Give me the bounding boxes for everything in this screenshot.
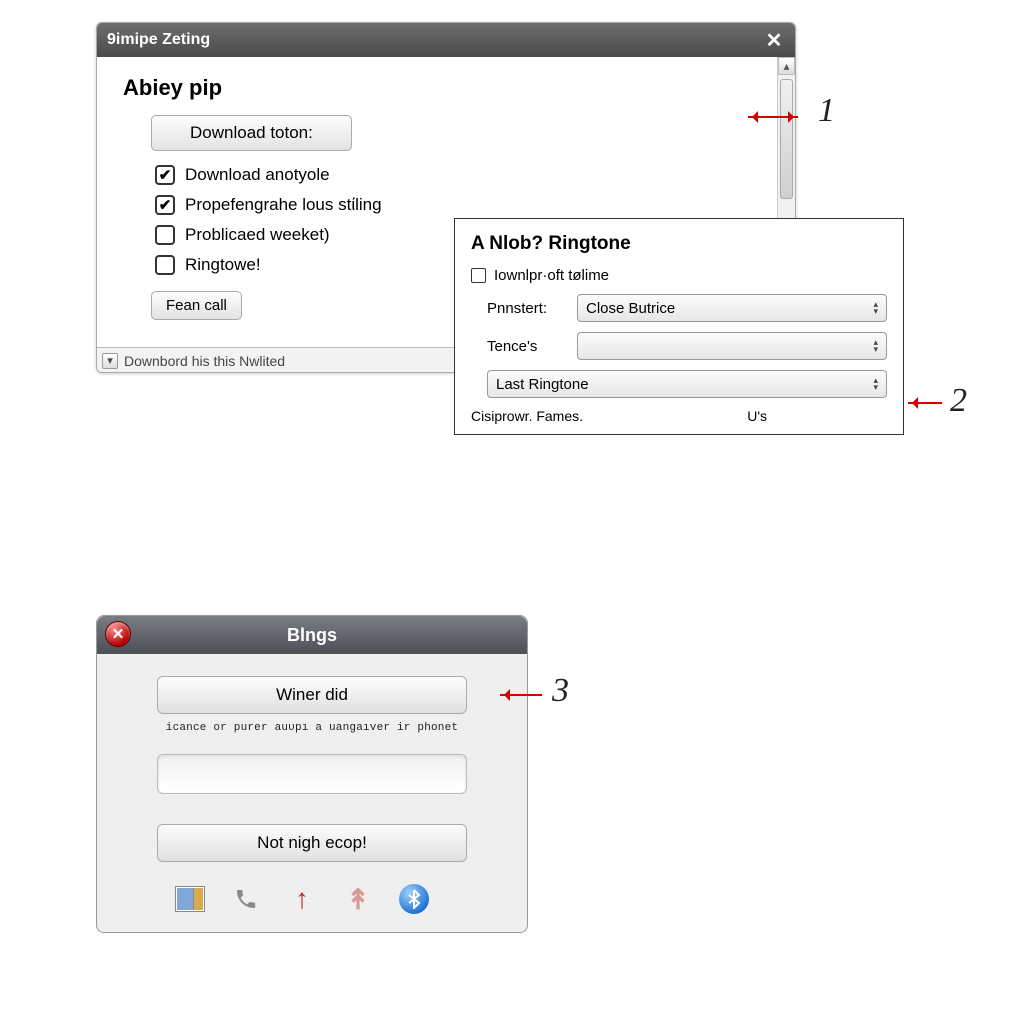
combo-label: Tence's [487, 338, 569, 355]
scroll-thumb[interactable] [780, 79, 793, 199]
text-input[interactable] [157, 754, 467, 794]
footer-left-text: Cisiprowr. Fames. [471, 408, 583, 424]
secondary-button[interactable]: Not nigh ecop! [157, 824, 467, 862]
ringtone-footer: Cisiprowr. Fames. U's [471, 408, 887, 424]
ringtone-checkbox-row: Iownlpr·oft tølime [471, 267, 887, 284]
blngs-titlebar[interactable]: ✕ Blngs [97, 616, 527, 654]
callout-number-2: 2 [950, 382, 967, 420]
callout-arrow-2 [908, 402, 942, 404]
combo-last-ringtone[interactable]: Last Ringtone ▴▾ [487, 370, 887, 398]
chevron-down-icon[interactable]: ▾ [102, 353, 118, 369]
checkbox[interactable] [471, 268, 486, 283]
checkbox[interactable]: ✔ [155, 195, 175, 215]
settings-heading: Abiey pip [123, 75, 749, 101]
callout-arrow-3 [500, 694, 542, 696]
stepper-icon: ▴▾ [873, 339, 878, 353]
stepper-icon: ▴▾ [873, 377, 878, 391]
arrow-up-faded-icon[interactable]: ↟ [343, 884, 373, 914]
status-text: Downbord his this Nwlited [124, 353, 285, 369]
option-label: Download anotyole [185, 165, 330, 185]
blngs-dialog: ✕ Blngs Winer did icance or purer auυpı … [96, 615, 528, 933]
ringtone-panel: A Nlob? Ringtone Iownlpr·oft tølime Pnns… [454, 218, 904, 435]
callout-number-1: 1 [818, 92, 835, 130]
caption-text: icance or purer auυpı a uangaıver ir pho… [166, 722, 458, 734]
icon-row: ↑ ↟ [133, 884, 429, 914]
scroll-up-icon[interactable]: ▴ [778, 57, 795, 75]
download-button[interactable]: Download toton: [151, 115, 352, 151]
combo-value: Close Butrice [586, 300, 675, 317]
option-label: Problicaed weeket) [185, 225, 330, 245]
ringtone-checkbox-label: Iownlpr·oft tølime [494, 267, 609, 284]
combo-label: Pnnstert: [487, 300, 569, 317]
option-label: Ringtowe! [185, 255, 261, 275]
picture-icon[interactable] [175, 884, 205, 914]
footer-right-text: U's [747, 408, 887, 424]
close-icon[interactable]: ✕ [763, 29, 785, 51]
blngs-title: Blngs [287, 625, 337, 646]
blngs-body: Winer did icance or purer auυpı a uangaı… [97, 654, 527, 932]
settings-titlebar[interactable]: 9imipe Zeting ✕ [97, 23, 795, 57]
option-label: Propefengrahe lous stίling [185, 195, 382, 215]
callout-arrow-1 [748, 116, 798, 118]
stepper-icon: ▴▾ [873, 301, 878, 315]
action-button[interactable]: Fean call [151, 291, 242, 320]
option-row: ✔ Propefengrahe lous stίling [155, 195, 749, 215]
combo-tences[interactable]: ▴▾ [577, 332, 887, 360]
settings-title: 9imipe Zeting [107, 31, 210, 49]
close-icon[interactable]: ✕ [105, 621, 131, 647]
checkbox[interactable]: ✔ [155, 165, 175, 185]
checkbox[interactable] [155, 255, 175, 275]
primary-button[interactable]: Winer did [157, 676, 467, 714]
combo-value: Last Ringtone [496, 376, 589, 393]
option-row: ✔ Download anotyole [155, 165, 749, 185]
checkbox[interactable] [155, 225, 175, 245]
phone-icon[interactable] [231, 884, 261, 914]
arrow-up-icon[interactable]: ↑ [287, 884, 317, 914]
combo-pnnstert[interactable]: Close Butrice ▴▾ [577, 294, 887, 322]
bluetooth-icon[interactable] [399, 884, 429, 914]
callout-number-3: 3 [552, 672, 569, 710]
ringtone-heading: A Nlob? Ringtone [471, 233, 887, 255]
